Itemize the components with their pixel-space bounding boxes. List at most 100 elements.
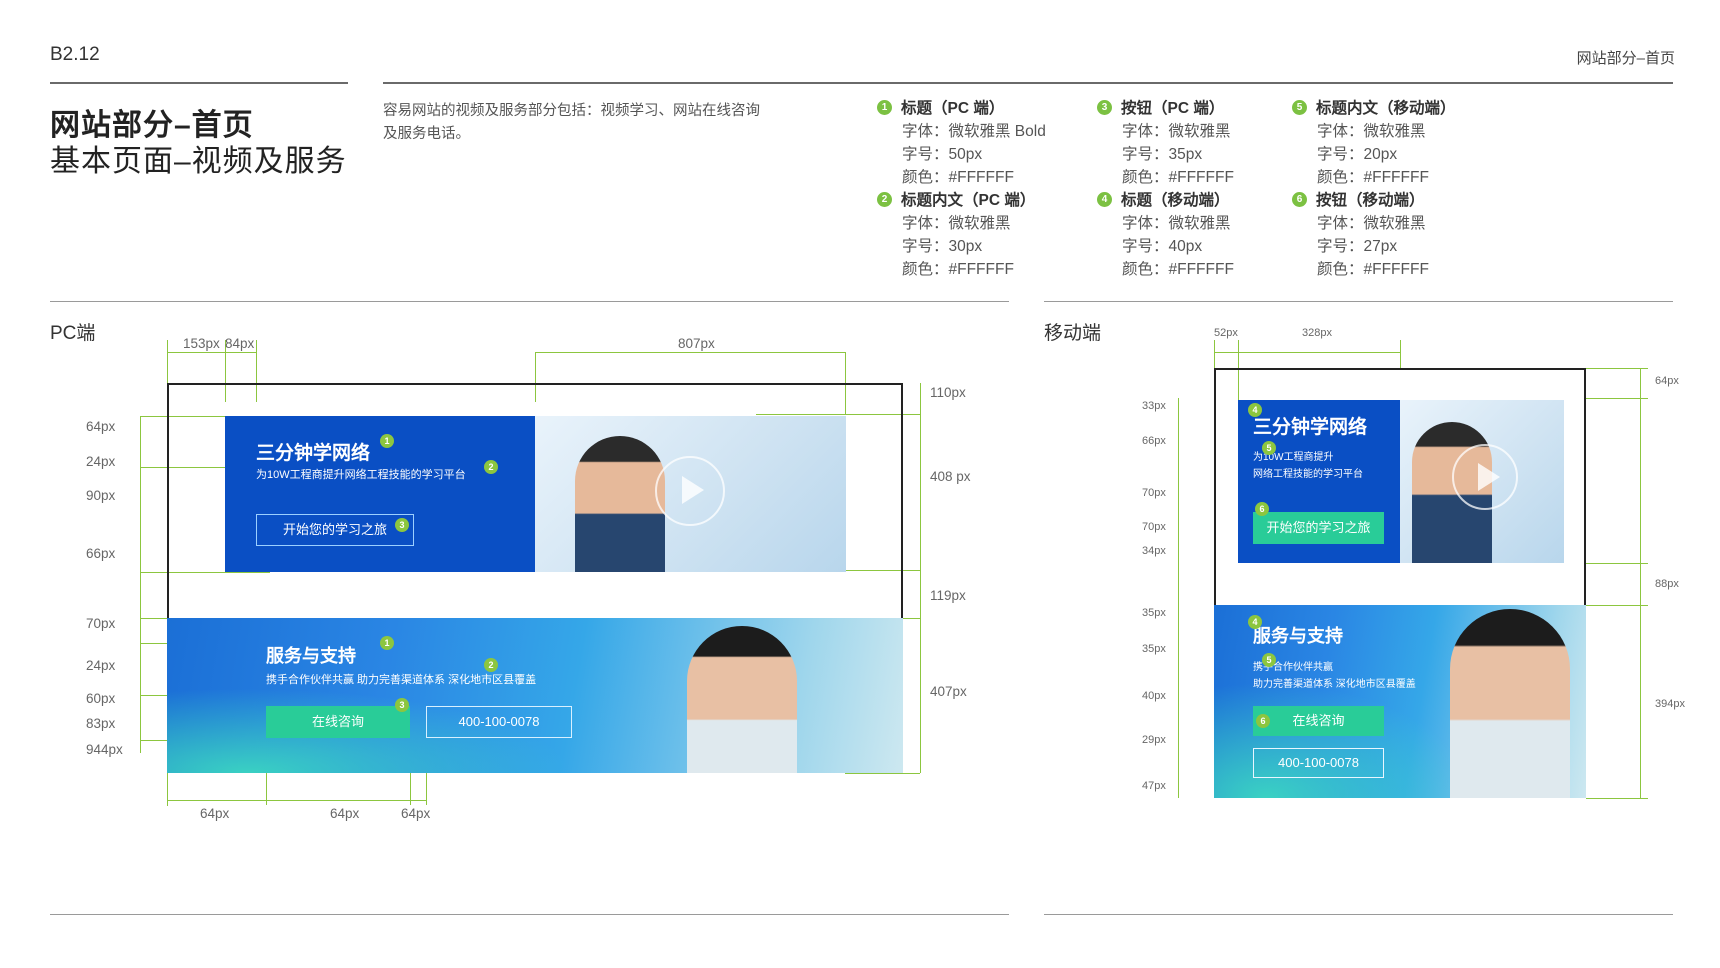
spec-block: 1 标题（PC 端） 字体：微软雅黑 Bold 字号：50px 颜色：#FFFFF…	[877, 97, 1046, 281]
mobile-section-label: 移动端	[1044, 323, 1102, 344]
divider	[50, 914, 1009, 915]
guide-line	[167, 800, 427, 801]
spec-block: 3 按钮（PC 端） 字体：微软雅黑 字号：35px 颜色：#FFFFFF 4 标题…	[1097, 97, 1234, 281]
spec-font: 字体：微软雅黑	[1122, 215, 1231, 232]
dimension-label: 70px	[86, 616, 116, 631]
marker-badge: 3	[395, 518, 409, 532]
divider	[1044, 914, 1673, 915]
guide-line	[920, 383, 921, 773]
guide-line	[535, 352, 846, 353]
play-icon[interactable]	[1452, 444, 1518, 510]
marker-badge: 5	[1262, 441, 1276, 455]
spec-heading: 标题内文（PC 端）	[901, 192, 1036, 209]
guide-line	[1586, 398, 1648, 399]
dimension-label: 70px	[1142, 487, 1166, 499]
spec-font: 字体：微软雅黑 Bold	[902, 123, 1046, 140]
spec-color: 颜色：#FFFFFF	[1122, 169, 1234, 186]
guide-line	[167, 352, 256, 353]
dimension-label: 64px	[1655, 375, 1679, 387]
dimension-label: 394px	[1655, 698, 1685, 710]
spec-number-badge: 3	[1097, 100, 1112, 115]
dimension-label: 70px	[1142, 521, 1166, 533]
marker-badge: 6	[1255, 502, 1269, 516]
person-illustration	[687, 626, 797, 773]
spec-number-badge: 1	[877, 100, 892, 115]
spec-color: 颜色：#FFFFFF	[902, 261, 1014, 278]
section-label-header: 网站部分–首页	[1576, 50, 1675, 67]
divider	[50, 301, 1009, 302]
dimension-label: 60px	[86, 691, 116, 706]
background-glow	[1214, 682, 1475, 798]
spec-font: 字体：微软雅黑	[1317, 215, 1426, 232]
guide-line	[1586, 798, 1648, 799]
pc-start-learning-button[interactable]: 开始您的学习之旅	[256, 514, 414, 546]
marker-badge: 1	[380, 636, 394, 650]
mobile-video-photo	[1400, 400, 1564, 563]
dimension-label: 944px	[86, 742, 123, 757]
dimension-label: 90px	[86, 488, 116, 503]
page-code: B2.12	[50, 44, 100, 65]
play-icon[interactable]	[655, 456, 725, 526]
spec-font: 字体：微软雅黑	[902, 215, 1011, 232]
marker-badge: 4	[1248, 403, 1262, 417]
spec-number-badge: 5	[1292, 100, 1307, 115]
dimension-label: 64px	[86, 419, 116, 434]
dimension-label: 83px	[86, 716, 116, 731]
dimension-label: 408 px	[930, 469, 971, 484]
dimension-label: 66px	[86, 546, 116, 561]
pc-service-title: 服务与支持	[266, 646, 356, 666]
spec-font: 字体：微软雅黑	[1317, 123, 1426, 140]
spec-block: 5 标题内文（移动端） 字体：微软雅黑 字号：20px 颜色：#FFFFFF 6按…	[1292, 97, 1456, 281]
dimension-label: 52px	[1214, 327, 1238, 339]
mobile-consult-button[interactable]: 在线咨询	[1253, 706, 1384, 736]
spec-heading: 标题（移动端）	[1121, 192, 1230, 209]
mobile-phone-button[interactable]: 400-100-0078	[1253, 748, 1384, 778]
dimension-label: 407px	[930, 684, 967, 699]
mobile-service-subtitle: 助力完善渠道体系 深化地市区县覆盖	[1253, 679, 1416, 690]
spec-size: 字号：27px	[1317, 238, 1398, 255]
dimension-label: 153px	[183, 336, 220, 351]
pc-service-subtitle: 携手合作伙伴共赢 助力完善渠道体系 深化地市区县覆盖	[266, 674, 537, 686]
person-illustration	[575, 436, 665, 572]
dimension-label: 110px	[930, 385, 966, 400]
spec-heading: 标题（PC 端）	[901, 100, 1005, 117]
spec-size: 字号：50px	[902, 146, 983, 163]
dimension-label: 84px	[225, 336, 255, 351]
spec-number-badge: 2	[877, 192, 892, 207]
dimension-label: 35px	[1142, 643, 1166, 655]
marker-badge: 6	[1256, 714, 1270, 728]
guide-line	[1400, 340, 1401, 370]
divider	[1044, 301, 1673, 302]
pc-video-photo	[535, 416, 846, 572]
pc-phone-button[interactable]: 400-100-0078	[426, 706, 572, 738]
dimension-label: 66px	[1142, 435, 1166, 447]
pc-section-label: PC端	[50, 323, 96, 344]
spec-number-badge: 6	[1292, 192, 1307, 207]
pc-consult-button[interactable]: 在线咨询	[266, 706, 410, 738]
intro-text: 容易网站的视频及服务部分包括：视频学习、网站在线咨询 及服务电话。	[383, 100, 823, 146]
dimension-label: 29px	[1142, 734, 1166, 746]
marker-badge: 4	[1248, 615, 1262, 629]
guide-line	[1586, 563, 1648, 564]
spec-font: 字体：微软雅黑	[1122, 123, 1231, 140]
pc-video-title: 三分钟学网络	[256, 443, 371, 464]
mobile-video-title: 三分钟学网络	[1253, 417, 1368, 438]
spec-size: 字号：20px	[1317, 146, 1398, 163]
marker-badge: 2	[484, 460, 498, 474]
spec-color: 颜色：#FFFFFF	[1317, 261, 1429, 278]
spec-number-badge: 4	[1097, 192, 1112, 207]
marker-badge: 5	[1262, 653, 1276, 667]
spec-size: 字号：35px	[1122, 146, 1203, 163]
guide-line	[1214, 340, 1215, 370]
marker-badge: 1	[380, 434, 394, 448]
dimension-label: 328px	[1302, 327, 1332, 339]
mobile-start-learning-button[interactable]: 开始您的学习之旅	[1253, 512, 1384, 544]
dimension-label: 24px	[86, 454, 116, 469]
spec-heading: 按钮（移动端）	[1316, 192, 1425, 209]
page-subtitle: 基本页面–视频及服务	[50, 145, 347, 178]
mobile-video-subtitle: 网络工程技能的学习平台	[1253, 469, 1363, 480]
intro-line: 及服务电话。	[383, 126, 470, 142]
guide-line	[1178, 398, 1179, 798]
divider	[50, 82, 348, 84]
dimension-label: 33px	[1142, 400, 1166, 412]
